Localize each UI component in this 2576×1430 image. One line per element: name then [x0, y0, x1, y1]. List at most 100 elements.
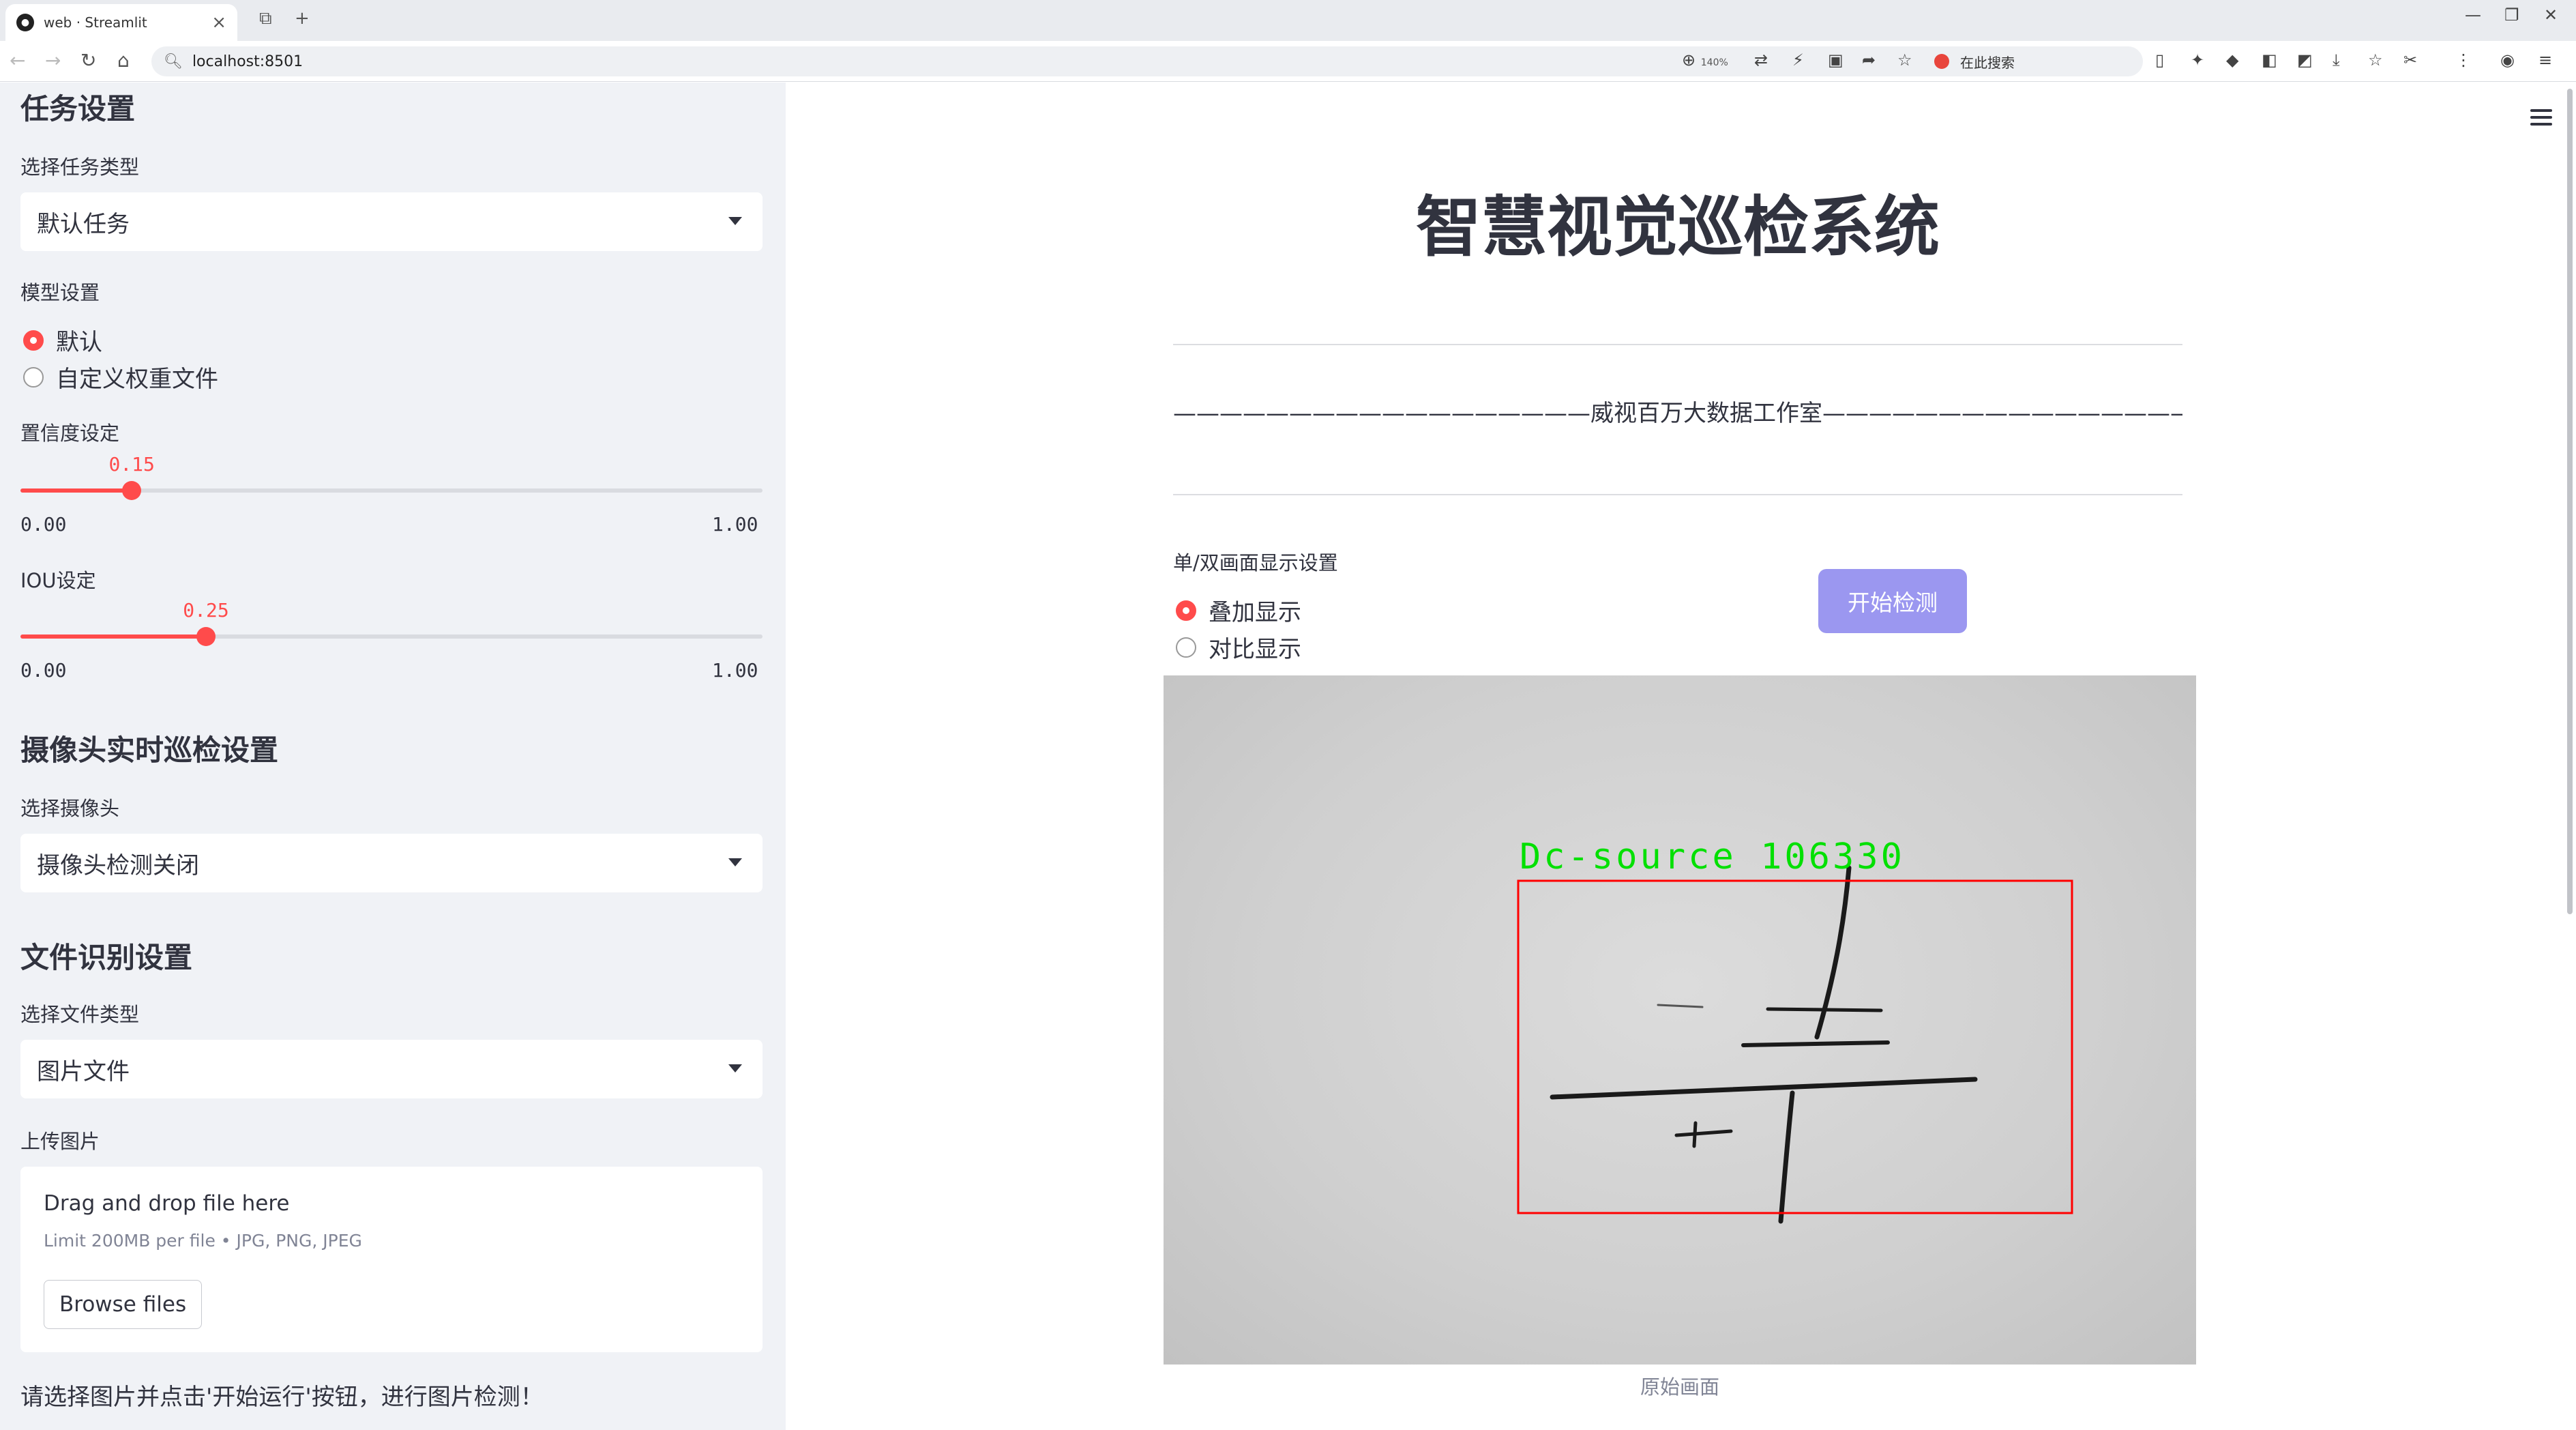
display-option-overlay[interactable]: 叠加显示 — [1176, 594, 1301, 627]
hamburger-menu-icon[interactable] — [2530, 109, 2552, 126]
url-text: localhost:8501 — [192, 53, 304, 70]
detection-image-canvas: Dc-source 106330 — [1517, 836, 2073, 1224]
iou-max: 1.00 — [712, 659, 758, 682]
extension3-icon[interactable]: ◧ — [2262, 50, 2277, 70]
favorites-icon[interactable]: ☆ — [2368, 50, 2383, 70]
sketch-stroke-plus-h — [1674, 1129, 1733, 1137]
chevron-down-icon — [728, 858, 742, 866]
browser-tabbar: ● web · Streamlit × ⧉ + — ❐ ✕ — [0, 0, 2576, 41]
more-menu-icon[interactable]: ⋮ — [2455, 50, 2472, 70]
radio-unselected-icon[interactable] — [23, 366, 44, 388]
image-caption: 原始画面 — [1640, 1375, 1719, 1399]
sketch-stroke-middle — [1741, 1040, 1890, 1047]
chevron-down-icon — [728, 217, 742, 225]
circuit-sketch — [1550, 865, 1978, 1224]
iou-slider[interactable] — [20, 627, 763, 646]
download-icon[interactable]: ⤓ — [2333, 50, 2340, 70]
new-tab-icon[interactable]: + — [295, 8, 310, 29]
display-option-compare[interactable]: 对比显示 — [1176, 630, 1301, 664]
reload-icon[interactable]: ↻ — [80, 49, 96, 72]
lightning-icon[interactable]: ⚡ — [1792, 50, 1804, 70]
sketch-stroke-long — [1550, 1077, 1978, 1100]
back-icon[interactable]: ← — [10, 49, 25, 72]
restore-icon[interactable]: ❐ — [2504, 5, 2519, 25]
zoom-icon: ⊕ — [1682, 50, 1696, 70]
detection-box — [1517, 879, 2073, 1214]
sketch-stroke-plus-v — [1692, 1121, 1698, 1148]
iou-slider-thumb[interactable] — [196, 627, 216, 646]
camera-label: 选择摄像头 — [20, 797, 120, 820]
model-option-label: 默认 — [56, 329, 102, 356]
screenshot-icon[interactable]: ▣ — [1828, 50, 1844, 70]
radio-unselected-icon[interactable] — [1176, 637, 1196, 658]
confidence-slider-fill — [20, 488, 132, 493]
site-info-icon[interactable]: 🔍︎ — [164, 53, 183, 70]
file-type-value: 图片文件 — [37, 1057, 130, 1085]
home-icon[interactable]: ⌂ — [117, 49, 130, 72]
phone-icon[interactable]: ▯ — [2155, 50, 2164, 70]
iou-label: IOU设定 — [20, 569, 96, 592]
minimize-icon[interactable]: — — [2465, 5, 2481, 25]
main-scrollbar[interactable] — [2567, 89, 2573, 914]
divider-bottom — [1173, 494, 2182, 495]
share-icon[interactable]: ➦ — [1862, 50, 1876, 70]
studio-banner: ——————————————————威视百万大数据工作室————————————… — [1173, 400, 2182, 427]
task-type-value: 默认任务 — [37, 210, 130, 238]
confidence-label: 置信度设定 — [20, 422, 120, 445]
confidence-max: 1.00 — [712, 513, 758, 536]
file-uploader-dropzone[interactable]: Drag and drop file here Limit 200MB per … — [20, 1167, 763, 1352]
sketch-stroke-bottom-vertical — [1778, 1090, 1795, 1224]
display-option-label: 叠加显示 — [1209, 599, 1301, 626]
detection-image: Dc-source 106330 — [1164, 675, 2196, 1365]
bookmark-star-icon[interactable]: ☆ — [1897, 50, 1912, 70]
zoom-indicator[interactable]: ⊕ 140% — [1682, 50, 1728, 70]
model-settings-label: 模型设置 — [20, 281, 100, 304]
zoom-level: 140% — [1700, 57, 1728, 68]
page-title: 智慧视觉巡检系统 — [1416, 189, 1940, 265]
iou-slider-fill — [20, 634, 206, 639]
search-box[interactable]: 在此搜索 — [1934, 48, 2139, 75]
profile-avatar-icon[interactable]: ◉ — [2500, 50, 2515, 70]
task-type-label: 选择任务类型 — [20, 156, 140, 179]
start-detection-button[interactable]: 开始检测 — [1818, 569, 1967, 633]
model-option-default[interactable]: 默认 — [23, 323, 102, 357]
browser-tab[interactable]: ● web · Streamlit × — [5, 4, 237, 41]
confidence-slider[interactable] — [20, 481, 763, 500]
dropzone-limit: Limit 200MB per file • JPG, PNG, JPEG — [44, 1231, 362, 1251]
dropzone-title: Drag and drop file here — [44, 1191, 290, 1216]
tab-group-icon[interactable]: ⧉ — [259, 8, 272, 29]
extension4-icon[interactable]: ◩ — [2297, 50, 2313, 70]
forward-icon[interactable]: → — [45, 49, 61, 72]
detection-label: Dc-source 106330 — [1520, 836, 1905, 877]
radio-selected-icon[interactable] — [1176, 600, 1196, 621]
tab-title: web · Streamlit — [44, 14, 147, 31]
extension-icon[interactable]: ✦ — [2191, 50, 2204, 70]
search-engine-icon — [1934, 54, 1949, 69]
scissors-icon[interactable]: ✂ — [2403, 50, 2417, 70]
translate-icon[interactable]: ⇄ — [1754, 50, 1768, 70]
file-type-label: 选择文件类型 — [20, 1003, 140, 1026]
chevron-down-icon — [728, 1064, 742, 1072]
sketch-stroke-faint — [1657, 1004, 1704, 1008]
file-type-select[interactable]: 图片文件 — [20, 1040, 763, 1098]
divider-top — [1173, 344, 2182, 345]
task-settings-heading: 任务设置 — [20, 92, 136, 126]
browse-files-button[interactable]: Browse files — [44, 1280, 203, 1329]
extension2-icon[interactable]: ◆ — [2226, 50, 2238, 70]
streamlit-favicon-icon: ● — [16, 14, 34, 31]
camera-value: 摄像头检测关闭 — [37, 851, 199, 879]
task-type-select[interactable]: 默认任务 — [20, 192, 763, 251]
camera-settings-heading: 摄像头实时巡检设置 — [20, 733, 279, 767]
radio-selected-icon[interactable] — [23, 330, 44, 351]
camera-select[interactable]: 摄像头检测关闭 — [20, 834, 763, 892]
iou-min: 0.00 — [20, 659, 67, 682]
window-close-icon[interactable]: ✕ — [2544, 5, 2558, 25]
tab-close-icon[interactable]: × — [211, 12, 226, 33]
confidence-slider-thumb[interactable] — [122, 481, 142, 500]
sketch-stroke-short — [1766, 1007, 1883, 1012]
browser-menu-icon[interactable]: ≡ — [2538, 50, 2552, 70]
model-option-label: 自定义权重文件 — [56, 366, 218, 393]
search-placeholder: 在此搜索 — [1960, 54, 2015, 71]
address-bar[interactable]: 🔍︎ localhost:8501 — [151, 46, 2143, 76]
model-option-custom[interactable]: 自定义权重文件 — [23, 360, 218, 394]
